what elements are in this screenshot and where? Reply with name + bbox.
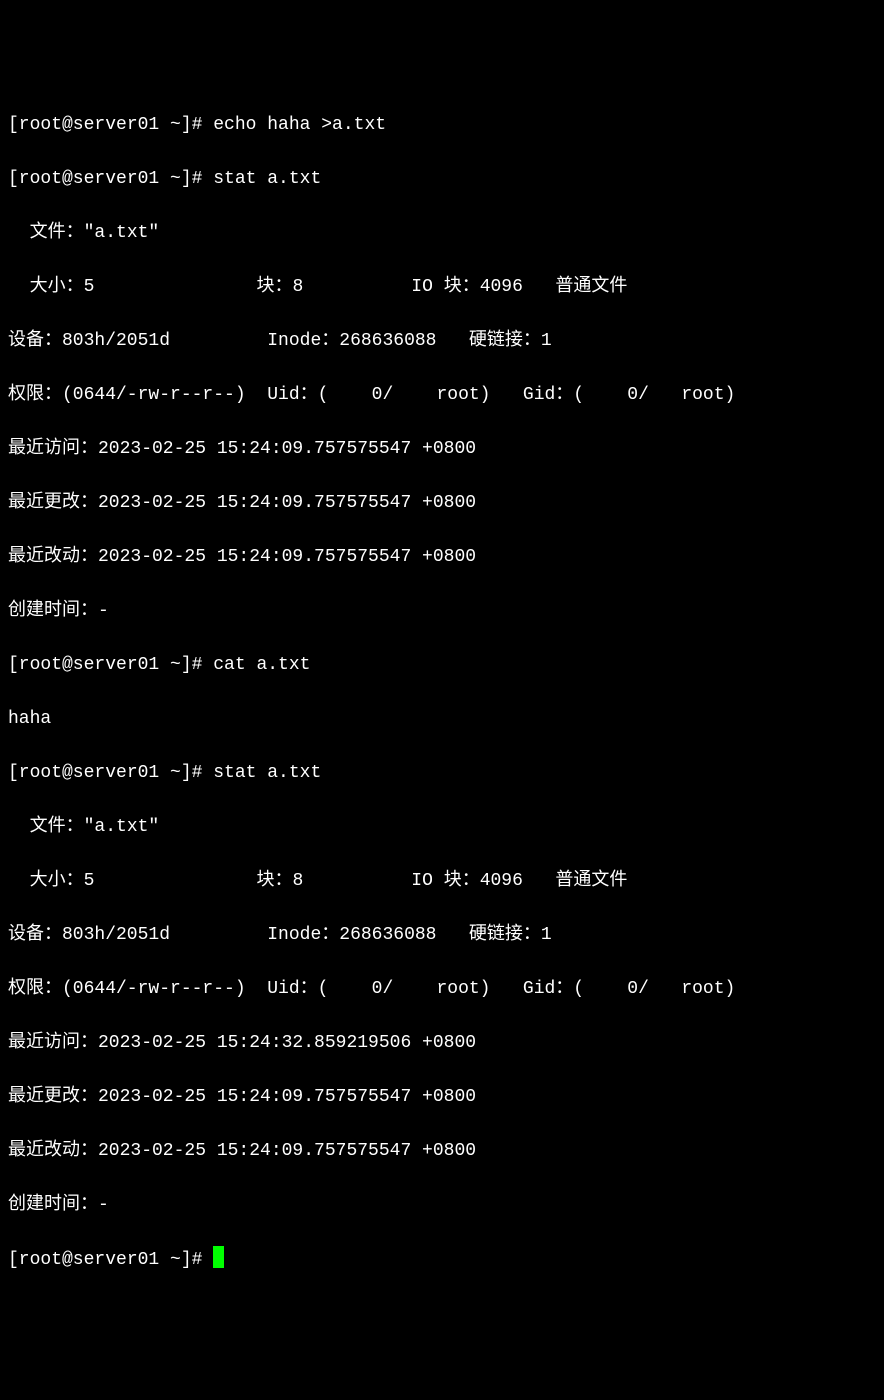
command: cat a.txt (213, 655, 310, 675)
stat-ctime: 最近改动：2023-02-25 15:24:09.757575547 +0800 (8, 544, 876, 571)
stat-perm: 权限：(0644/-rw-r--r--) Uid：( 0/ root) Gid：… (8, 382, 876, 409)
stat-file: 文件："a.txt" (8, 220, 876, 247)
stat-ctime: 最近改动：2023-02-25 15:24:09.757575547 +0800 (8, 1138, 876, 1165)
command: stat a.txt (213, 763, 321, 783)
terminal-line: [root@server01 ~]# stat a.txt (8, 760, 876, 787)
stat-size: 大小：5 块：8 IO 块：4096 普通文件 (8, 868, 876, 895)
stat-perm: 权限：(0644/-rw-r--r--) Uid：( 0/ root) Gid：… (8, 976, 876, 1003)
stat-mtime: 最近更改：2023-02-25 15:24:09.757575547 +0800 (8, 490, 876, 517)
stat-size: 大小：5 块：8 IO 块：4096 普通文件 (8, 274, 876, 301)
stat-atime: 最近访问：2023-02-25 15:24:32.859219506 +0800 (8, 1030, 876, 1057)
command: echo haha >a.txt (213, 115, 386, 135)
terminal-input-line[interactable]: [root@server01 ~]# (8, 1246, 876, 1274)
cursor-icon (213, 1246, 224, 1268)
terminal-line: [root@server01 ~]# cat a.txt (8, 652, 876, 679)
terminal-line: [root@server01 ~]# echo haha >a.txt (8, 112, 876, 139)
terminal-line: [root@server01 ~]# stat a.txt (8, 166, 876, 193)
cat-output: haha (8, 706, 876, 733)
prompt: [root@server01 ~]# (8, 169, 213, 189)
prompt: [root@server01 ~]# (8, 655, 213, 675)
stat-btime: 创建时间：- (8, 1192, 876, 1219)
stat-btime: 创建时间：- (8, 598, 876, 625)
prompt: [root@server01 ~]# (8, 115, 213, 135)
prompt: [root@server01 ~]# (8, 763, 213, 783)
prompt: [root@server01 ~]# (8, 1250, 213, 1270)
stat-atime: 最近访问：2023-02-25 15:24:09.757575547 +0800 (8, 436, 876, 463)
stat-file: 文件："a.txt" (8, 814, 876, 841)
command: stat a.txt (213, 169, 321, 189)
stat-mtime: 最近更改：2023-02-25 15:24:09.757575547 +0800 (8, 1084, 876, 1111)
stat-device: 设备：803h/2051d Inode：268636088 硬链接：1 (8, 922, 876, 949)
stat-device: 设备：803h/2051d Inode：268636088 硬链接：1 (8, 328, 876, 355)
